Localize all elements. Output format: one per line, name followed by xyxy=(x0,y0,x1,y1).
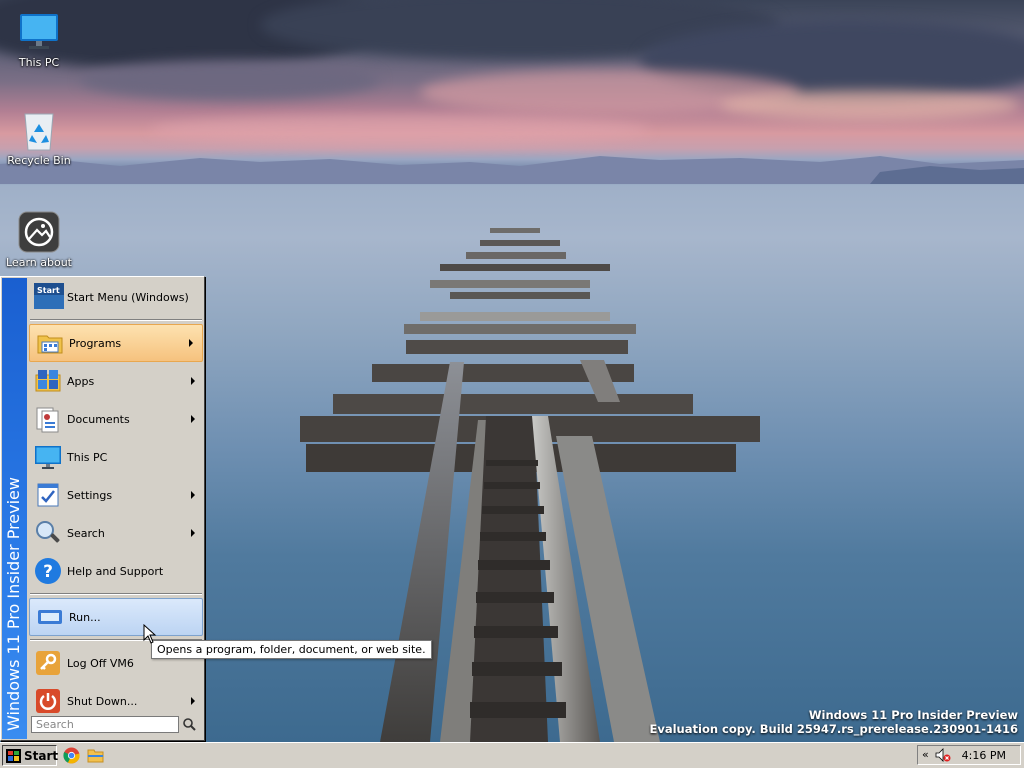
submenu-arrow-icon xyxy=(189,339,193,347)
key-icon xyxy=(34,649,62,677)
windows-flag-icon xyxy=(6,748,21,763)
start-button-label: Start xyxy=(24,748,59,763)
menu-item-label: Programs xyxy=(69,336,122,350)
start-menu-logo-icon: Start xyxy=(34,283,64,311)
menu-item-label: Search xyxy=(67,526,105,540)
taskbar: Start « 4:16 PM xyxy=(0,742,1024,768)
apps-icon xyxy=(34,367,62,395)
submenu-arrow-icon xyxy=(191,697,195,705)
search-icon[interactable] xyxy=(182,717,196,731)
file-explorer-icon[interactable] xyxy=(87,747,104,764)
menu-item-apps[interactable]: Apps xyxy=(28,362,204,400)
menu-item-label: Settings xyxy=(67,488,113,502)
menu-item-label: Documents xyxy=(67,412,130,426)
show-hidden-icons-button[interactable]: « xyxy=(922,748,929,761)
help-icon: ? xyxy=(34,557,62,585)
settings-icon xyxy=(34,481,62,509)
power-icon xyxy=(34,687,62,715)
evaluation-watermark: Windows 11 Pro Insider Preview Evaluatio… xyxy=(650,708,1019,736)
menu-item-programs[interactable]: Programs xyxy=(29,324,203,362)
menu-item-label: Help and Support xyxy=(67,564,164,578)
this-pc-desktop-icon[interactable]: This PC xyxy=(2,10,76,69)
desktop-icon-label: This PC xyxy=(18,56,60,69)
learn-about-picture-icon xyxy=(17,210,61,254)
start-button[interactable]: Start xyxy=(2,745,59,766)
start-menu-header[interactable]: Start Start Menu (Windows) xyxy=(28,278,204,316)
learn-about-desktop-icon[interactable]: Learn about xyxy=(2,210,76,269)
recycle-bin-desktop-icon[interactable]: Recycle Bin xyxy=(2,108,76,167)
start-logo-text: Start xyxy=(37,286,60,295)
documents-icon xyxy=(34,405,62,433)
programs-folder-icon xyxy=(36,329,64,357)
menu-item-run[interactable]: Run... xyxy=(29,598,203,636)
sidebar-banner-text: Windows 11 Pro Insider Preview xyxy=(4,476,23,731)
search-placeholder: Search xyxy=(36,718,74,731)
menu-item-this-pc[interactable]: This PC xyxy=(28,438,204,476)
menu-item-shut-down[interactable]: Shut Down... xyxy=(28,682,204,720)
menu-item-label: Shut Down... xyxy=(67,694,138,708)
menu-item-label: Apps xyxy=(67,374,95,388)
clock[interactable]: 4:16 PM xyxy=(962,749,1006,762)
recycle-bin-icon xyxy=(17,108,61,152)
start-menu-search-input[interactable]: Search xyxy=(31,716,179,733)
submenu-arrow-icon xyxy=(191,377,195,385)
system-tray: « 4:16 PM xyxy=(917,745,1021,765)
menu-separator xyxy=(30,593,202,595)
speaker-muted-icon[interactable] xyxy=(935,748,951,762)
watermark-edition: Windows 11 Pro Insider Preview xyxy=(808,708,1018,722)
menu-item-help-and-support[interactable]: ? Help and Support xyxy=(28,552,204,590)
menu-item-settings[interactable]: Settings xyxy=(28,476,204,514)
menu-item-label: Run... xyxy=(69,610,101,624)
menu-item-label: This PC xyxy=(67,450,108,464)
menu-separator xyxy=(30,319,202,321)
chrome-icon[interactable] xyxy=(63,747,80,764)
run-tooltip: Opens a program, folder, document, or we… xyxy=(151,640,432,659)
submenu-arrow-icon xyxy=(191,415,195,423)
submenu-arrow-icon xyxy=(191,491,195,499)
desktop-icon-label: Learn about xyxy=(6,256,72,269)
watermark-build: Evaluation copy. Build 25947.rs_prerelea… xyxy=(649,722,1019,736)
menu-item-search[interactable]: Search xyxy=(28,514,204,552)
monitor-icon xyxy=(17,10,61,54)
magnifier-icon xyxy=(34,519,62,547)
menu-item-label: Log Off VM6 xyxy=(67,656,134,670)
run-icon xyxy=(36,603,64,631)
start-menu-sidebar-banner: Windows 11 Pro Insider Preview xyxy=(2,278,27,739)
start-menu-header-label: Start Menu (Windows) xyxy=(67,290,189,304)
submenu-arrow-icon xyxy=(191,529,195,537)
start-menu: Windows 11 Pro Insider Preview Start Sta… xyxy=(0,276,205,741)
mouse-cursor-icon xyxy=(143,624,157,644)
svg-text:?: ? xyxy=(43,562,53,582)
menu-item-documents[interactable]: Documents xyxy=(28,400,204,438)
monitor-icon xyxy=(34,443,62,471)
desktop-icon-label: Recycle Bin xyxy=(7,154,71,167)
